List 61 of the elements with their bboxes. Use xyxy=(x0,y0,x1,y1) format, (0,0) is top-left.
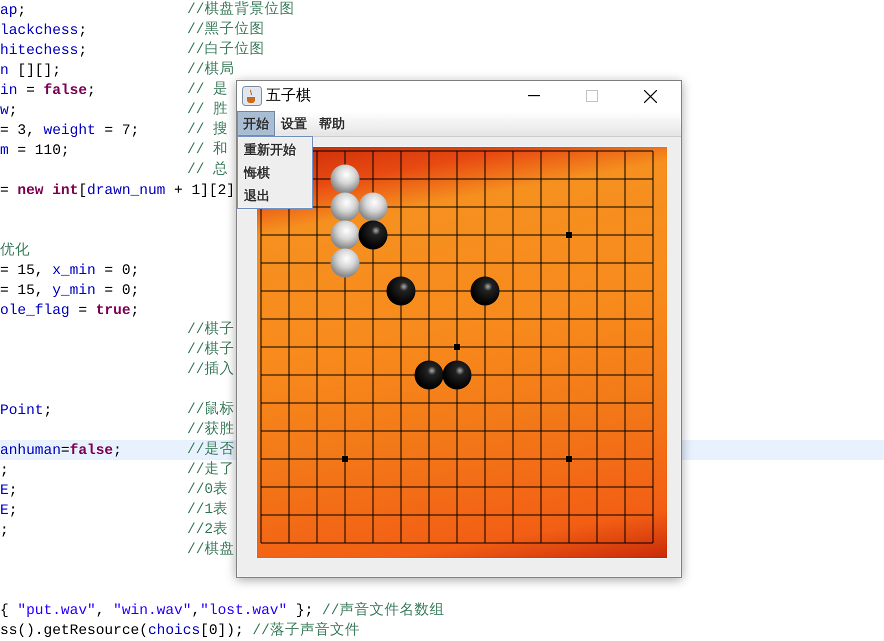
code-line: ole_flag = true; xyxy=(0,303,140,319)
star-point xyxy=(566,456,572,462)
game-stone[interactable] xyxy=(442,360,472,390)
close-icon[interactable] xyxy=(644,90,657,102)
code-comment: //2表 xyxy=(187,520,228,540)
code-line: 优化 xyxy=(0,243,30,259)
code-comment: //0表 xyxy=(187,480,228,500)
code-comment: // 是 xyxy=(187,80,228,100)
code-line: ; xyxy=(0,463,9,479)
code-comment: //棋子 xyxy=(187,320,234,340)
code-line: = 15, y_min = 0; xyxy=(0,283,140,299)
coffee-cup-icon xyxy=(242,86,262,106)
star-point xyxy=(566,232,572,238)
code-line: w; xyxy=(0,103,18,119)
star-point xyxy=(454,344,460,350)
code-comment: //获胜 xyxy=(187,420,234,440)
game-stone[interactable] xyxy=(358,220,388,250)
game-stone[interactable] xyxy=(470,276,500,306)
code-line: = 15, x_min = 0; xyxy=(0,263,140,279)
code-line: { "put.wav", "win.wav","lost.wav" }; //声音文件名数组 xyxy=(0,603,444,619)
code-line: E; xyxy=(0,483,18,499)
code-comment: // 和 xyxy=(187,140,228,160)
game-stone[interactable] xyxy=(330,164,360,194)
code-comment: //棋局 xyxy=(187,60,234,80)
code-line: ss().getResource(choics[0]); //落子声音文件 xyxy=(0,623,360,639)
menu-item[interactable]: 开始 xyxy=(237,111,275,136)
menu-option[interactable]: 悔棋 xyxy=(238,161,312,184)
code-comment: //1表 xyxy=(187,500,228,520)
star-point xyxy=(342,456,348,462)
code-comment: //插入 xyxy=(187,360,234,380)
code-line: n [][]; xyxy=(0,63,61,79)
code-comment: //棋盘背景位图 xyxy=(187,0,294,20)
code-line: ap; xyxy=(0,3,26,19)
code-line: ; xyxy=(0,523,9,539)
code-comment: //棋盘 xyxy=(187,540,234,560)
code-line: lackchess; xyxy=(0,23,88,39)
menu-item[interactable]: 帮助 xyxy=(313,111,351,136)
code-comment: //走了 xyxy=(187,460,234,480)
window-title: 五子棋 xyxy=(266,86,311,106)
game-stone[interactable] xyxy=(386,276,416,306)
code-comment: // 总 xyxy=(187,160,228,180)
code-line: E; xyxy=(0,503,18,519)
code-line: hitechess; xyxy=(0,43,88,59)
menu-item[interactable]: 设置 xyxy=(275,111,313,136)
code-comment: // 搜 xyxy=(187,120,228,140)
code-comment: //是否 xyxy=(187,440,234,460)
code-comment: //白子位图 xyxy=(187,40,264,60)
menu-option[interactable]: 重新开始 xyxy=(238,138,312,161)
code-comment: // 胜 xyxy=(187,100,228,120)
code-line: Point; xyxy=(0,403,52,419)
code-line: anhuman=false; xyxy=(0,443,122,459)
code-line: = 3, weight = 7; xyxy=(0,123,140,139)
game-stone[interactable] xyxy=(414,360,444,390)
code-comment: //鼠标 xyxy=(187,400,234,420)
minimize-icon[interactable] xyxy=(528,95,540,97)
code-line: = new int[drawn_num + 1][2] xyxy=(0,183,235,199)
code-comment: //棋子 xyxy=(187,340,234,360)
code-line: m = 110; xyxy=(0,143,70,159)
code-line: in = false; xyxy=(0,83,96,99)
menu-option[interactable]: 退出 xyxy=(238,184,312,207)
code-comment: //黑子位图 xyxy=(187,20,264,40)
